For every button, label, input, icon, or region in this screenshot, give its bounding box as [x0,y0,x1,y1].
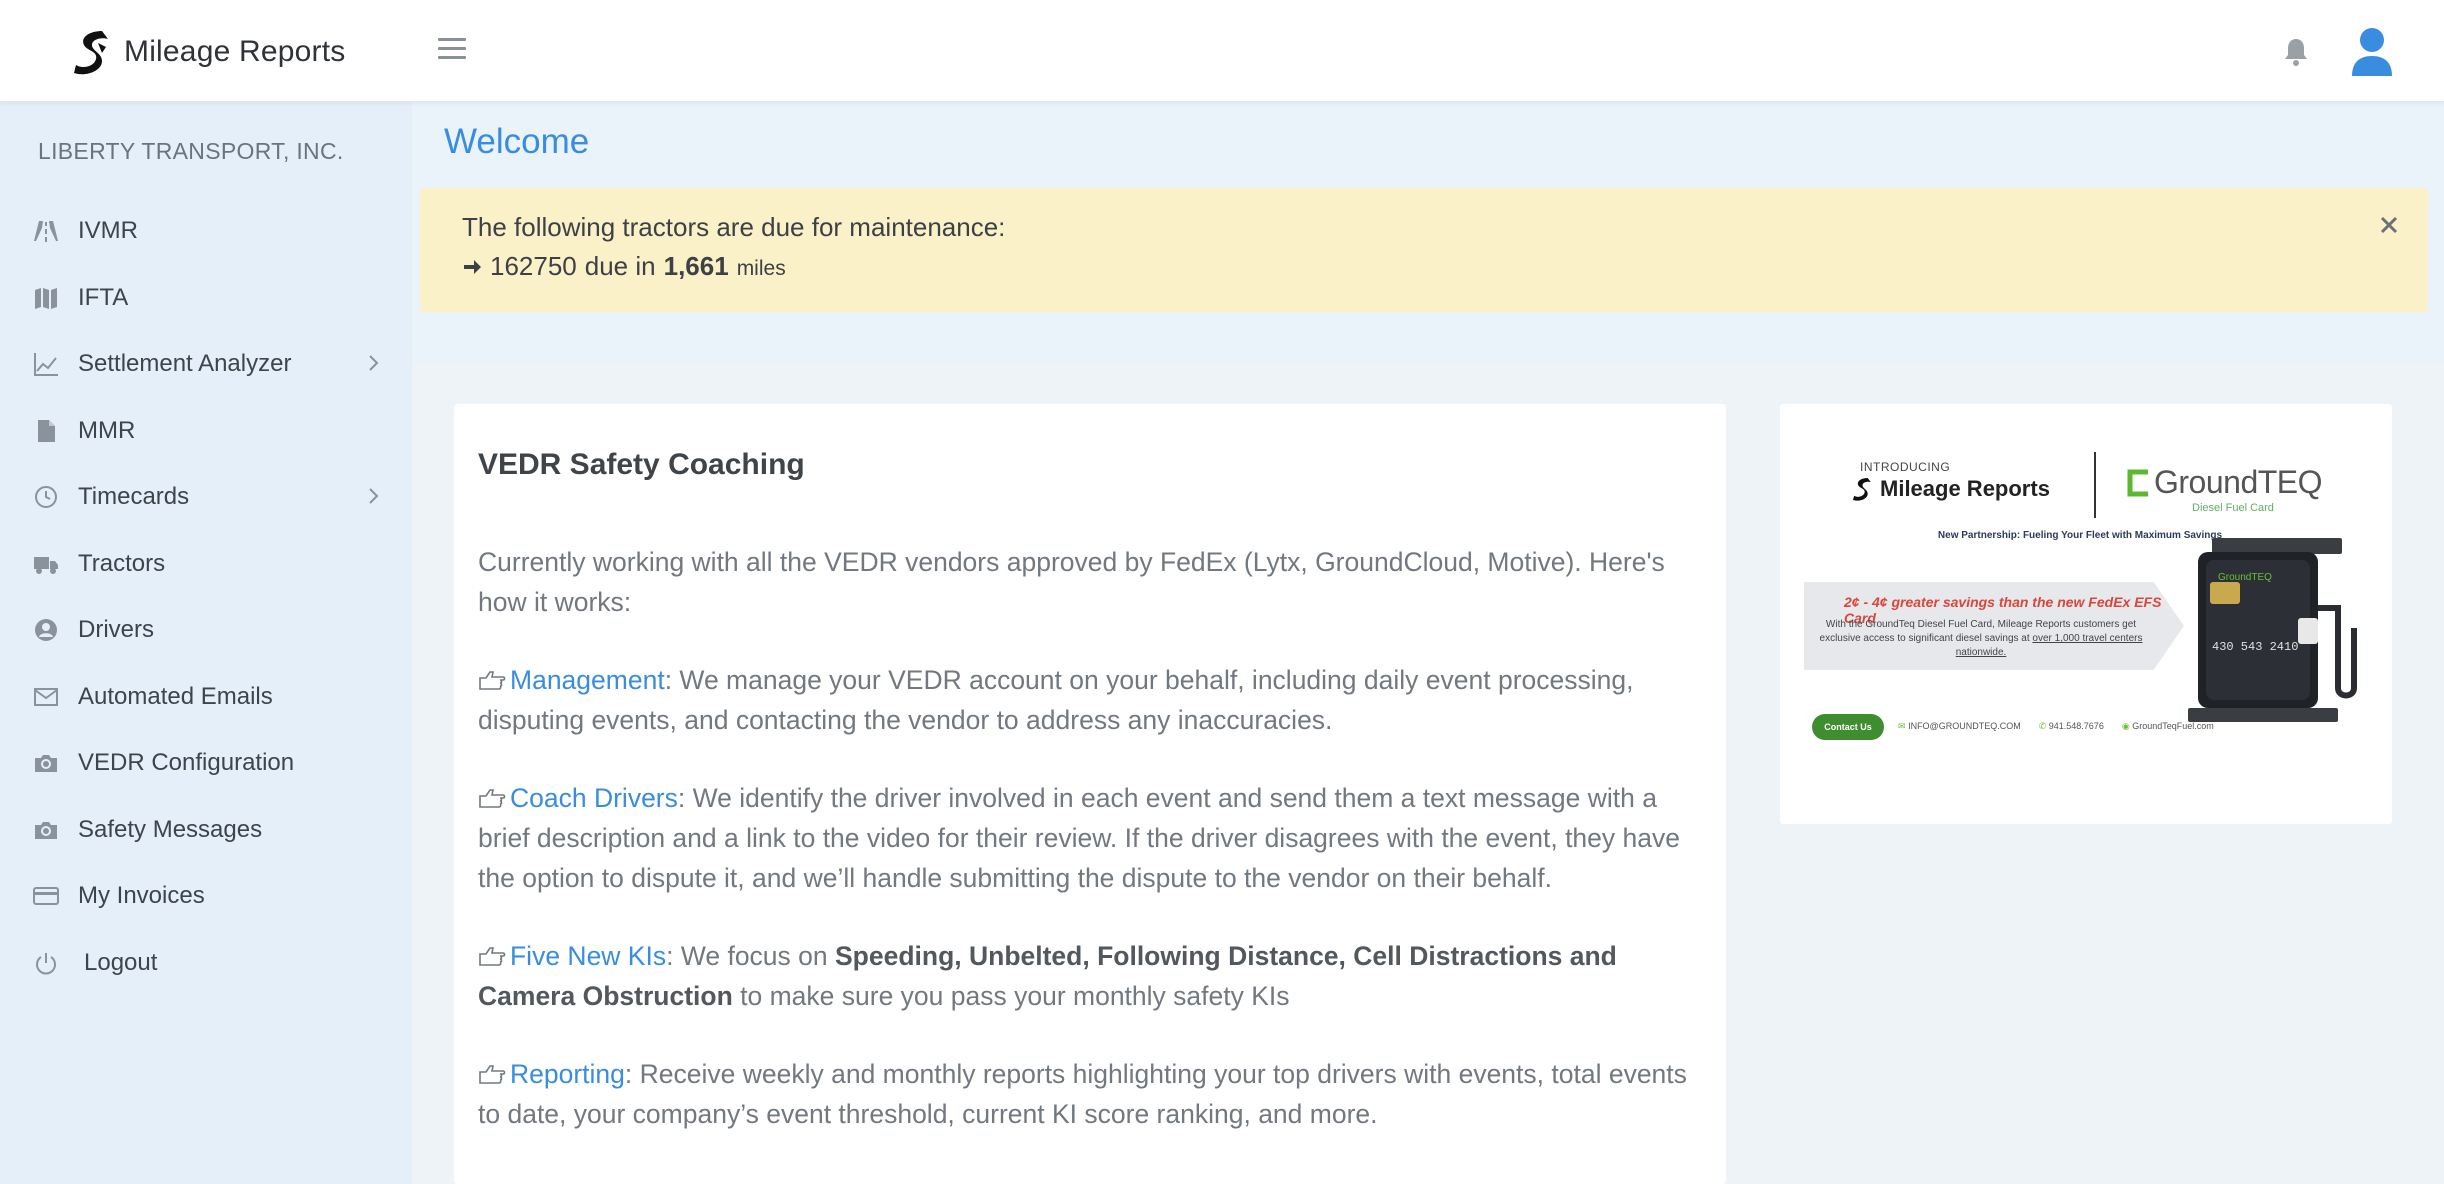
card-body: Currently working with all the VEDR vend… [478,542,1706,1172]
miles-value: 1,661 [663,251,729,281]
camera-icon [32,749,60,777]
sidebar-item-vedr-configuration[interactable]: VEDR Configuration [0,730,412,797]
fuel-pump-card-illustration: GroundTEQ 430 543 2410 [2188,538,2357,722]
power-icon [32,949,60,977]
sidebar-item-logout[interactable]: Logout [0,930,412,997]
promo-brand: Mileage Reports [1852,476,2050,502]
line-chart-icon [32,350,60,378]
mileage-reports-logo-icon [74,31,108,75]
sidebar-item-my-invoices[interactable]: My Invoices [0,863,412,930]
pump-card-number: 430 543 2410 [2212,640,2298,654]
menu-icon[interactable] [438,38,466,60]
arrow-right-icon [464,259,481,274]
camera-icon [32,816,60,844]
file-icon [32,417,60,445]
due-text: due in [584,251,656,281]
user-circle-icon [32,616,60,644]
road-icon [32,217,60,245]
clock-icon [32,483,60,511]
promo-divider [2094,452,2096,518]
section-five-new-kis: Five New KIs: We focus on Speeding, Unbe… [478,941,1617,1011]
sidebar-nav: IVMR IFTA Settlement Analyzer MMR Timeca… [0,198,412,996]
promo-description: With the GroundTeq Diesel Fuel Card, Mil… [1819,619,2143,658]
close-icon[interactable] [2378,214,2400,236]
company-name: LIBERTY TRANSPORT, INC. [38,138,344,164]
map-icon [32,284,60,312]
bell-icon[interactable] [2282,36,2310,68]
credit-card-icon [32,882,60,910]
groundteq-logo: GroundTEQ Diesel Fuel Card [2122,464,2323,514]
section-coach-drivers: Coach Drivers: We identify the driver in… [478,783,1680,893]
card-intro: Currently working with all the VEDR vend… [478,547,1665,617]
globe-icon: ◉ [2121,721,2130,731]
promo-banner[interactable]: INTRODUCING Mileage Reports GroundTEQ Di… [1780,404,2392,824]
coach-drivers-link[interactable]: Coach Drivers [510,783,678,813]
hand-point-right-icon [479,789,506,808]
sidebar-item-automated-emails[interactable]: Automated Emails [0,664,412,731]
hand-point-right-icon [479,947,506,966]
user-avatar-icon[interactable] [2350,26,2394,78]
email-icon: ✉ [1898,721,1906,731]
pump-brand-label: GroundTEQ [2218,572,2272,583]
tractor-number[interactable]: 162750 [490,251,577,282]
reporting-link[interactable]: Reporting [510,1059,625,1089]
brand-name: Mileage Reports [124,35,346,68]
sidebar-item-drivers[interactable]: Drivers [0,597,412,664]
chevron-right-icon [369,488,379,504]
phone-icon: ✆ [2038,721,2047,731]
envelope-icon [32,683,60,711]
sidebar-item-tractors[interactable]: Tractors [0,531,412,598]
contact-us-button[interactable]: Contact Us [1812,714,1884,740]
section-management: Management: We manage your VEDR account … [478,665,1634,735]
sidebar-item-safety-messages[interactable]: Safety Messages [0,797,412,864]
hand-point-right-icon [479,671,506,690]
brand[interactable]: Mileage Reports [72,28,345,76]
maintenance-alert: The following tractors are due for maint… [420,188,2428,312]
promo-intro: INTRODUCING [1860,460,1951,474]
hand-point-right-icon [479,1065,506,1084]
top-bar: Mileage Reports [0,0,2444,102]
sidebar-item-timecards[interactable]: Timecards [0,464,412,531]
main-content: Welcome The following tractors are due f… [412,102,2444,1184]
alert-title: The following tractors are due for maint… [462,212,1006,242]
management-link[interactable]: Management [510,665,665,695]
five-new-kis-link[interactable]: Five New KIs [510,941,666,971]
sidebar-item-ifta[interactable]: IFTA [0,265,412,332]
section-reporting: Reporting: Receive weekly and monthly re… [478,1059,1687,1129]
groundteq-logo-icon [2127,469,2148,497]
page-title: Welcome [444,122,590,161]
promo-savings-banner: 2¢ - 4¢ greater savings than the new Fed… [1804,582,2184,670]
chevron-right-icon [369,355,379,371]
truck-icon [32,550,60,578]
mileage-reports-logo-icon [1853,478,1871,501]
sidebar: LIBERTY TRANSPORT, INC. IVMR IFTA Settle… [0,102,412,1184]
sidebar-item-mmr[interactable]: MMR [0,398,412,465]
sidebar-item-settlement-analyzer[interactable]: Settlement Analyzer [0,331,412,398]
promo-contact-info: ✉ INFO@GROUNDTEQ.COM ✆ 941.548.7676 ◉ Gr… [1898,721,2214,731]
card-title: VEDR Safety Coaching [478,448,805,481]
miles-unit: miles [736,257,786,280]
alert-maintenance-item: 162750 due in 1,661 miles [462,251,786,282]
sidebar-item-ivmr[interactable]: IVMR [0,198,412,265]
vedr-coaching-card: VEDR Safety Coaching Currently working w… [454,404,1726,1184]
